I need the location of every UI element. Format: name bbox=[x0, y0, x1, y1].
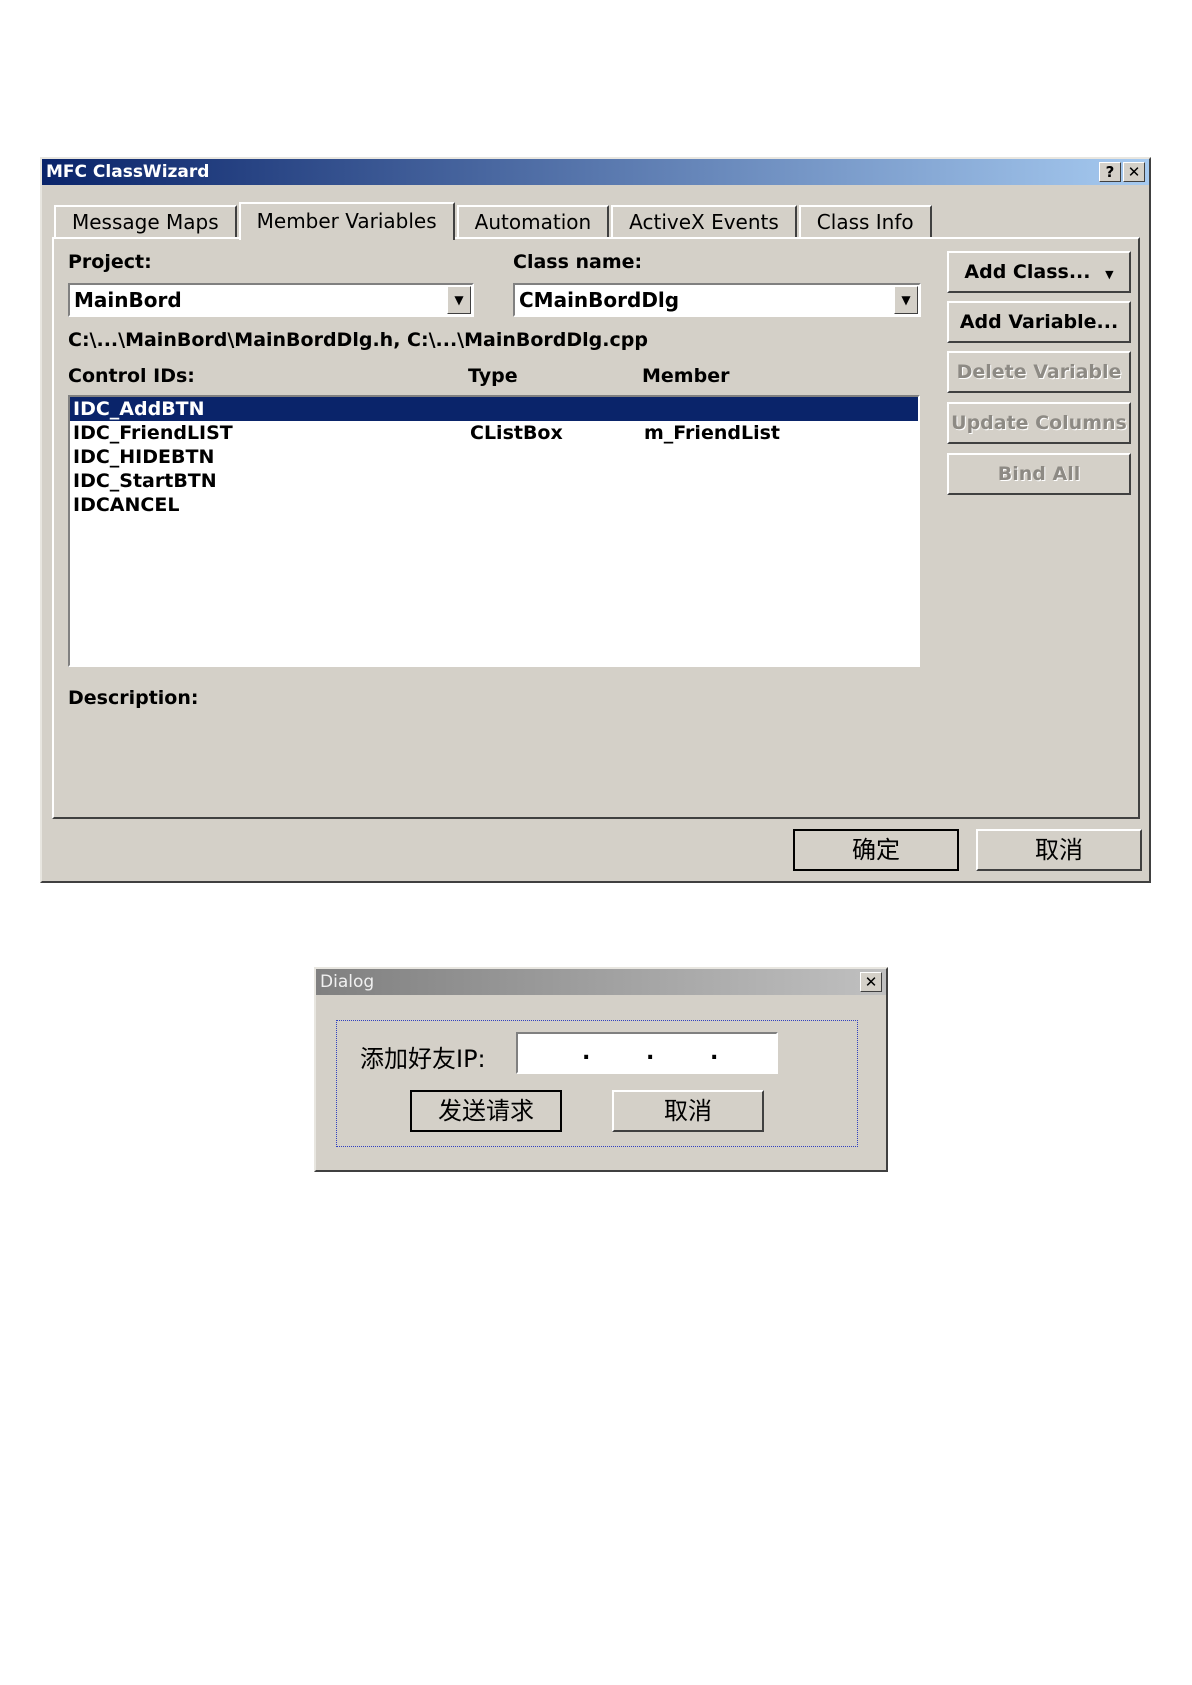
add-friend-dialog: Dialog ✕ 添加好友IP: . . . 发送请求 取消 bbox=[314, 967, 888, 1172]
member-header: Member bbox=[642, 365, 730, 387]
send-request-button[interactable]: 发送请求 bbox=[410, 1090, 562, 1132]
window-title: MFC ClassWizard bbox=[46, 162, 210, 182]
file-path: C:\...\MainBord\MainBordDlg.h, C:\...\Ma… bbox=[68, 329, 648, 351]
tab-message-maps[interactable]: Message Maps bbox=[54, 205, 237, 237]
ip-label: 添加好友IP: bbox=[360, 1045, 486, 1073]
list-item[interactable]: IDCANCEL bbox=[70, 493, 918, 517]
chevron-down-icon[interactable]: ▼ bbox=[447, 286, 471, 314]
list-item[interactable]: IDC_FriendLIST CListBox m_FriendList bbox=[70, 421, 918, 445]
classname-value: CMainBordDlg bbox=[519, 288, 680, 312]
classname-label: Class name: bbox=[513, 251, 643, 273]
list-item[interactable]: IDC_AddBTN bbox=[70, 397, 918, 421]
tab-automation[interactable]: Automation bbox=[456, 205, 610, 237]
classwizard-titlebar[interactable]: MFC ClassWizard ? ✕ bbox=[42, 159, 1149, 185]
control-ids-list[interactable]: IDC_AddBTN IDC_FriendLIST CListBox m_Fri… bbox=[68, 395, 920, 667]
dialog-title: Dialog bbox=[320, 972, 375, 992]
member-variables-panel: Project: MainBord ▼ Class name: CMainBor… bbox=[52, 237, 1140, 819]
type-header: Type bbox=[468, 365, 518, 387]
dialog-cancel-button[interactable]: 取消 bbox=[612, 1090, 764, 1132]
list-item[interactable]: IDC_HIDEBTN bbox=[70, 445, 918, 469]
chevron-down-icon[interactable]: ▼ bbox=[894, 286, 918, 314]
description-label: Description: bbox=[68, 687, 199, 709]
add-class-button[interactable]: Add Class... ▼ bbox=[947, 251, 1131, 293]
update-columns-button[interactable]: Update Columns bbox=[947, 402, 1131, 444]
project-value: MainBord bbox=[74, 288, 182, 312]
chevron-down-icon: ▼ bbox=[1105, 268, 1114, 281]
cancel-button[interactable]: 取消 bbox=[976, 829, 1142, 871]
tab-strip: Message Maps Member Variables Automation… bbox=[54, 201, 934, 240]
classwizard-window: MFC ClassWizard ? ✕ Message Maps Member … bbox=[40, 157, 1151, 883]
dialog-titlebar[interactable]: Dialog ✕ bbox=[316, 969, 886, 995]
ok-button[interactable]: 确定 bbox=[793, 829, 959, 871]
close-icon[interactable]: ✕ bbox=[860, 972, 882, 992]
tab-activex-events[interactable]: ActiveX Events bbox=[611, 205, 797, 237]
classname-combo[interactable]: CMainBordDlg ▼ bbox=[513, 283, 921, 317]
project-combo[interactable]: MainBord ▼ bbox=[68, 283, 474, 317]
list-item[interactable]: IDC_StartBTN bbox=[70, 469, 918, 493]
tab-class-info[interactable]: Class Info bbox=[798, 205, 932, 237]
control-ids-header: Control IDs: bbox=[68, 365, 195, 387]
bind-all-button[interactable]: Bind All bbox=[947, 453, 1131, 495]
tab-member-variables[interactable]: Member Variables bbox=[238, 202, 455, 240]
delete-variable-button[interactable]: Delete Variable bbox=[947, 351, 1131, 393]
ip-address-input[interactable]: . . . bbox=[516, 1032, 778, 1074]
project-label: Project: bbox=[68, 251, 152, 273]
close-icon[interactable]: ✕ bbox=[1123, 162, 1145, 182]
add-variable-button[interactable]: Add Variable... bbox=[947, 301, 1131, 343]
help-button[interactable]: ? bbox=[1099, 162, 1121, 182]
